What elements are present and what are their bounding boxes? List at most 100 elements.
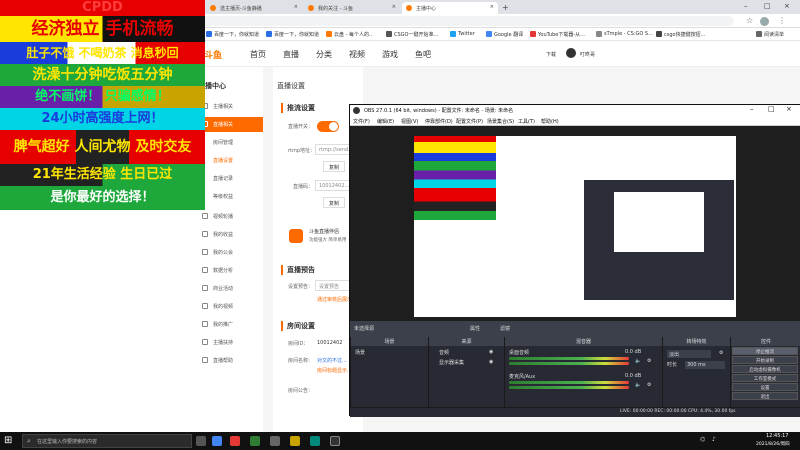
sidebar-item-data[interactable]: 数据分析 bbox=[193, 263, 263, 278]
menu-icon[interactable]: ⋮ bbox=[778, 16, 786, 25]
menu-profile[interactable]: 配置文件(P) bbox=[456, 118, 483, 125]
bookmark-item[interactable]: csgo快捷键按钮... bbox=[656, 31, 705, 38]
menu-edit[interactable]: 编辑(E) bbox=[377, 118, 394, 125]
maximize-icon[interactable]: □ bbox=[764, 2, 771, 10]
gear-icon[interactable]: ⚙ bbox=[647, 382, 651, 388]
close-window-icon[interactable]: × bbox=[784, 2, 790, 10]
sidebar-item-business[interactable]: 商业活动 bbox=[193, 281, 263, 296]
exit-button[interactable]: 退出 bbox=[732, 392, 798, 400]
app-icon[interactable] bbox=[250, 436, 260, 446]
eye-icon[interactable]: ◉ bbox=[489, 359, 493, 365]
speaker-icon[interactable]: 🔈 bbox=[635, 358, 641, 364]
nav-yuba[interactable]: 鱼吧 bbox=[415, 49, 431, 60]
taskbar-search[interactable]: ⌕ 在这里输入你要搜索的内容 bbox=[22, 434, 192, 448]
briefcase-icon bbox=[202, 285, 208, 291]
copy-rtmp-button[interactable]: 复制 bbox=[323, 161, 346, 172]
bookmark-item[interactable]: 云盘 - 每个人的.. bbox=[326, 31, 372, 38]
chrome-icon[interactable] bbox=[212, 436, 222, 446]
app-icon[interactable] bbox=[310, 436, 320, 446]
tab-3[interactable]: 主播中心 × bbox=[402, 2, 498, 14]
close-icon[interactable]: × bbox=[294, 4, 298, 10]
studio-mode-button[interactable]: 工作室模式 bbox=[732, 374, 798, 382]
group-icon bbox=[202, 249, 208, 255]
obs-taskbar-icon[interactable] bbox=[330, 436, 340, 446]
tab-2[interactable]: 我的关注 - 斗鱼 × bbox=[304, 2, 400, 14]
reading-list[interactable]: 阅读清单 bbox=[756, 31, 784, 38]
copy-code-button[interactable]: 复制 bbox=[323, 197, 346, 208]
minimize-icon[interactable]: – bbox=[750, 105, 754, 113]
tab-1[interactable]: 选主播页-斗鱼静播 × bbox=[206, 2, 302, 14]
live-switch-label: 直播开关： bbox=[288, 124, 314, 130]
volume-icon[interactable]: ♪ bbox=[712, 436, 716, 443]
duration-input[interactable]: 300 ms bbox=[685, 361, 725, 369]
menu-scene-collection[interactable]: 场景集合(S) bbox=[487, 118, 514, 125]
sidebar-item-income[interactable]: 我的收益 bbox=[193, 227, 263, 242]
source-item[interactable]: 显示器采集 bbox=[439, 359, 464, 366]
avatar[interactable] bbox=[760, 17, 769, 26]
task-view-icon[interactable] bbox=[196, 436, 206, 446]
stop-stream-button[interactable]: 停止推流 bbox=[732, 347, 798, 355]
bookmark-item[interactable]: CSGO一键开始准... bbox=[386, 31, 438, 38]
obs-preview[interactable] bbox=[350, 126, 800, 321]
avatar[interactable] bbox=[566, 48, 576, 58]
obs-status-bar: LIVE: 00:00:00 REC: 00:00:00 CPU: 4.4%, … bbox=[350, 407, 800, 417]
clock-date[interactable]: 2021/8/26/周四 bbox=[756, 441, 790, 447]
nav-video[interactable]: 视频 bbox=[349, 49, 365, 60]
gear-icon[interactable]: ⚙ bbox=[647, 358, 651, 364]
clock-time[interactable]: 12:45:17 bbox=[766, 433, 788, 439]
menu-view[interactable]: 视图(V) bbox=[401, 118, 418, 125]
nav-home[interactable]: 首页 bbox=[250, 49, 266, 60]
sidebar-item-support[interactable]: 主播扶持 bbox=[193, 335, 263, 350]
transition-select[interactable]: 淡出 bbox=[667, 350, 711, 358]
start-record-button[interactable]: 开始录制 bbox=[732, 356, 798, 364]
app-icon[interactable] bbox=[230, 436, 240, 446]
menu-file[interactable]: 文件(F) bbox=[353, 118, 370, 125]
settings-button[interactable]: 设置 bbox=[732, 383, 798, 391]
app-icon[interactable] bbox=[290, 436, 300, 446]
network-icon[interactable]: ⌬ bbox=[700, 436, 705, 443]
username[interactable]: 叮咚哥 bbox=[580, 51, 595, 58]
maximize-icon[interactable]: □ bbox=[768, 105, 775, 113]
ad-line: 洗澡十分钟吃饭五分钟 bbox=[0, 64, 205, 86]
sidebar-item-promo[interactable]: 我的推广 bbox=[193, 317, 263, 332]
close-icon[interactable]: × bbox=[392, 4, 396, 10]
bookmark-item[interactable]: Twitter bbox=[450, 31, 475, 37]
sidebar-item-loop[interactable]: 视频轮播 bbox=[193, 209, 263, 224]
download-link[interactable]: 下载 bbox=[546, 51, 556, 58]
speaker-icon[interactable]: 🔈 bbox=[635, 382, 641, 388]
duration-label: 时长 bbox=[667, 362, 678, 368]
star-icon[interactable]: ☆ bbox=[746, 16, 753, 25]
bookmark-item[interactable]: 百度一下，你就知道 bbox=[266, 31, 319, 38]
menu-docks[interactable]: 停靠部件(D) bbox=[425, 118, 453, 125]
nav-games[interactable]: 游戏 bbox=[382, 49, 398, 60]
windows-start-icon[interactable]: ⊞ bbox=[4, 435, 12, 446]
sidebar-item-guild[interactable]: 我的公会 bbox=[193, 245, 263, 260]
new-tab-button[interactable]: + bbox=[500, 2, 512, 14]
gear-icon[interactable]: ⚙ bbox=[719, 350, 723, 356]
sidebar-item-help[interactable]: 直播帮助 bbox=[193, 353, 263, 368]
nav-category[interactable]: 分类 bbox=[316, 49, 332, 60]
app-icon[interactable] bbox=[270, 436, 280, 446]
site-logo[interactable]: 斗鱼 bbox=[204, 48, 222, 61]
room-name-tip[interactable]: 对文的不过... bbox=[317, 357, 347, 364]
virtual-camera-button[interactable]: 启动虚拟摄像机 bbox=[732, 365, 798, 373]
close-icon[interactable]: × bbox=[490, 4, 494, 10]
bookmark-item[interactable]: sTmple - CS:GO S... bbox=[596, 31, 653, 37]
bookmark-item[interactable]: 百度一下，你就知道 bbox=[206, 31, 259, 38]
menu-help[interactable]: 帮助(H) bbox=[541, 118, 559, 125]
eye-icon[interactable]: ◉ bbox=[489, 349, 493, 355]
minimize-icon[interactable]: – bbox=[744, 2, 748, 10]
close-window-icon[interactable]: × bbox=[786, 105, 792, 113]
menu-tools[interactable]: 工具(T) bbox=[518, 118, 535, 125]
promo-title[interactable]: 斗鱼直播伴侣 bbox=[309, 228, 339, 235]
nav-live[interactable]: 直播 bbox=[283, 49, 299, 60]
live-toggle[interactable] bbox=[317, 121, 339, 132]
bookmark-item[interactable]: Google 翻译 bbox=[486, 31, 523, 38]
scene-item[interactable]: 场景 bbox=[355, 349, 365, 356]
room-name-tip2: 房间标题显示... bbox=[317, 368, 352, 374]
properties-button[interactable]: 属性 bbox=[470, 325, 480, 332]
sidebar-item-videos[interactable]: 我的视频 bbox=[193, 299, 263, 314]
source-item[interactable]: 音频 bbox=[439, 349, 449, 356]
bookmark-item[interactable]: YouTube下载器-从... bbox=[530, 31, 585, 38]
filters-button[interactable]: 滤镜 bbox=[500, 325, 510, 332]
